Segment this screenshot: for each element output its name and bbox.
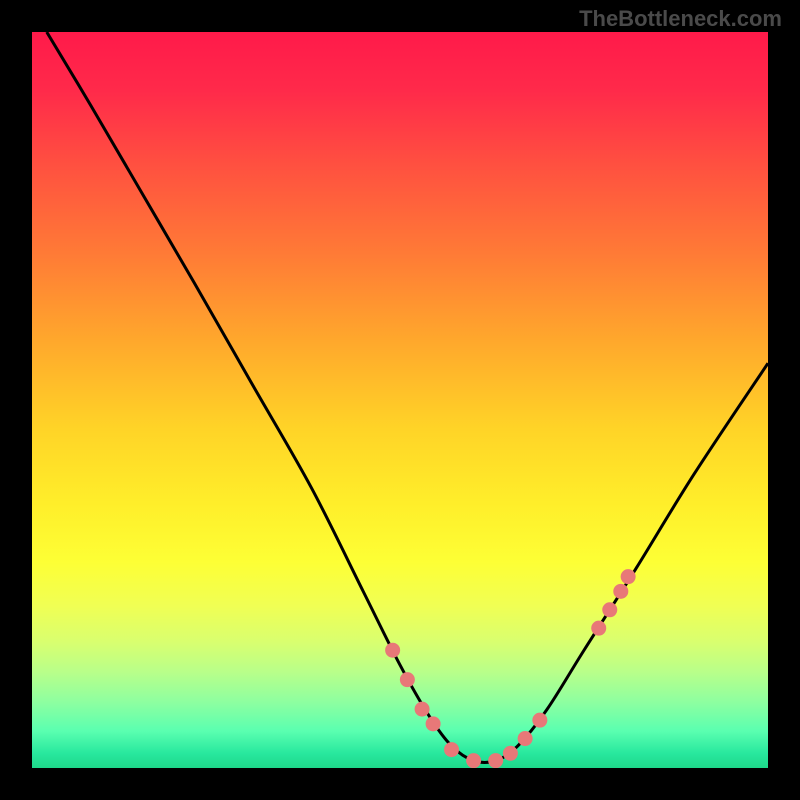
chart-container: TheBottleneck.com — [0, 0, 800, 800]
marker-point — [466, 753, 481, 768]
marker-point — [415, 702, 430, 717]
marker-point — [385, 643, 400, 658]
marker-point — [488, 753, 503, 768]
curve-svg — [32, 32, 768, 768]
marker-point — [426, 716, 441, 731]
marker-point — [602, 602, 617, 617]
marker-point — [613, 584, 628, 599]
plot-area — [32, 32, 768, 768]
marker-point — [591, 621, 606, 636]
marker-points — [385, 569, 636, 768]
bottleneck-curve — [47, 32, 768, 762]
marker-point — [400, 672, 415, 687]
marker-point — [518, 731, 533, 746]
marker-point — [503, 746, 518, 761]
watermark-text: TheBottleneck.com — [579, 6, 782, 32]
marker-point — [532, 713, 547, 728]
marker-point — [444, 742, 459, 757]
marker-point — [621, 569, 636, 584]
